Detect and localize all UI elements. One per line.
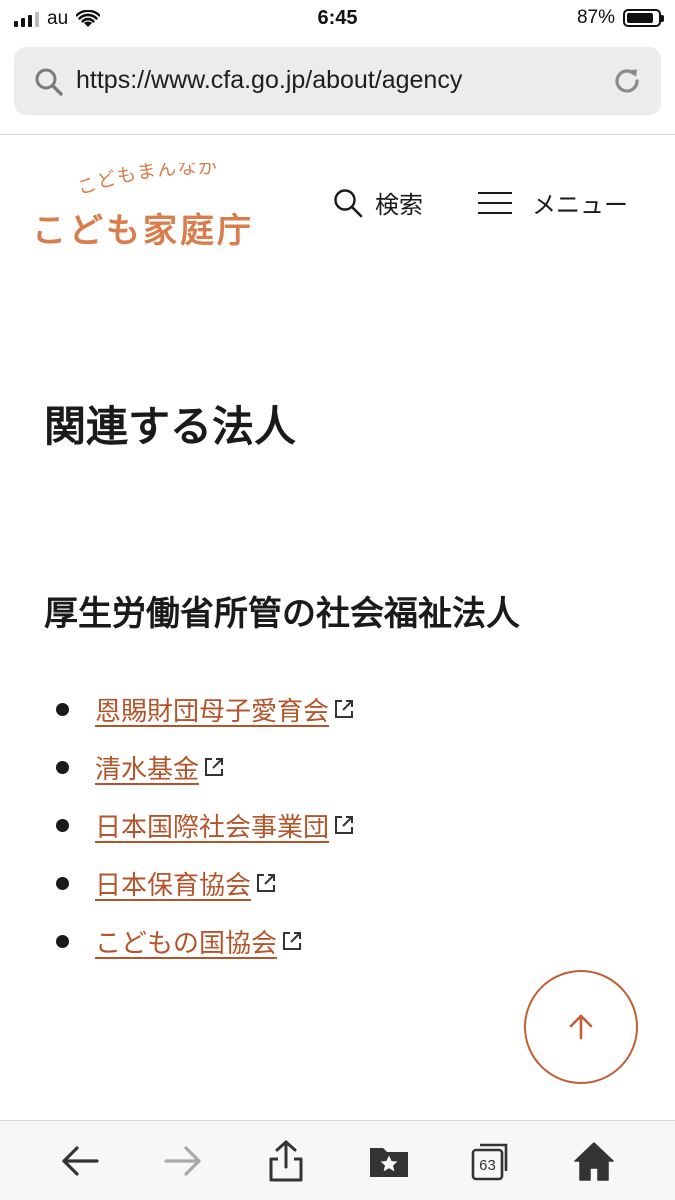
bullet xyxy=(56,876,69,890)
url-text[interactable]: https://www.cfa.go.jp/about/agency xyxy=(76,66,462,95)
share-icon xyxy=(269,1140,303,1182)
home-button[interactable] xyxy=(572,1139,616,1183)
battery-level-fill xyxy=(627,13,654,23)
bullet xyxy=(56,702,69,716)
address-bar[interactable]: https://www.cfa.go.jp/about/agency xyxy=(14,47,661,115)
search-icon xyxy=(35,68,63,96)
bullet xyxy=(56,760,69,774)
section-title: 厚生労働省所管の社会福祉法人 xyxy=(44,594,520,634)
list-item: 日本国際社会事業団 xyxy=(56,796,355,854)
site-header: こどもまんなか こども家庭庁 検索 メニュー xyxy=(0,135,675,260)
clock: 6:45 xyxy=(317,7,358,29)
list-item: 恩賜財団母子愛育会 xyxy=(56,680,355,738)
status-bar-right: 87% xyxy=(576,7,664,29)
header-menu-button[interactable]: メニュー xyxy=(478,185,628,220)
arrow-left-icon xyxy=(62,1146,99,1176)
back-button[interactable] xyxy=(58,1139,102,1183)
home-icon xyxy=(574,1142,614,1181)
forward-button[interactable] xyxy=(161,1139,205,1183)
arrow-right-icon xyxy=(164,1146,201,1176)
battery-percentage: 87% xyxy=(576,7,615,28)
related-corporations-list: 恩賜財団母子愛育会 清水基金 日本国際社会事業団 日本保育協会 こどもの国協会 xyxy=(56,680,355,970)
logo-tagline: こどもまんなか xyxy=(76,163,218,197)
list-item: こどもの国協会 xyxy=(56,912,355,970)
browser-toolbar: 63 xyxy=(0,1120,675,1200)
link-nihon-kokusai-shakai-jigyodan[interactable]: 日本国際社会事業団 xyxy=(95,807,329,844)
external-link-icon xyxy=(283,932,302,950)
bookmarks-button[interactable] xyxy=(367,1139,411,1183)
header-search-label: 検索 xyxy=(375,191,423,219)
status-bar: au 6:45 87% xyxy=(0,0,675,38)
link-shimizu-kikin[interactable]: 清水基金 xyxy=(95,749,199,786)
mobile-browser-screen: au 6:45 87% https://www.cfa.go.jp/about/… xyxy=(0,0,675,1200)
bullet xyxy=(56,818,69,832)
tabs-count: 63 xyxy=(479,1157,496,1174)
external-link-icon xyxy=(205,758,224,776)
arrow-up-icon xyxy=(569,1014,593,1040)
svg-text:こどもまんなか: こどもまんなか xyxy=(76,163,218,197)
header-menu-label: メニュー xyxy=(532,191,628,219)
bookmarks-icon xyxy=(370,1148,408,1177)
site-logo[interactable]: こどもまんなか こども家庭庁 xyxy=(30,163,280,251)
link-nihon-hoiku-kyokai[interactable]: 日本保育協会 xyxy=(95,865,251,902)
external-link-icon xyxy=(335,816,354,834)
external-link-icon xyxy=(335,700,354,718)
logo-tagline-text: こどもまんなか xyxy=(76,163,217,197)
reload-icon[interactable] xyxy=(611,65,643,97)
page-title: 関連する法人 xyxy=(44,402,297,451)
tabs-icon: 63 xyxy=(471,1143,508,1181)
header-search-button[interactable]: 検索 xyxy=(333,185,423,220)
logo-name: こども家庭庁 xyxy=(32,211,254,251)
link-boshi-aiikukai[interactable]: 恩賜財団母子愛育会 xyxy=(95,691,329,728)
battery-icon xyxy=(623,9,664,27)
list-item: 清水基金 xyxy=(56,738,355,796)
share-button[interactable] xyxy=(264,1139,308,1183)
external-link-icon xyxy=(257,874,276,892)
tabs-button[interactable]: 63 xyxy=(468,1139,512,1183)
back-to-top-button[interactable] xyxy=(524,970,638,1084)
link-kodomo-no-kuni-kyokai[interactable]: こどもの国協会 xyxy=(95,923,277,960)
search-icon xyxy=(334,188,363,217)
list-item: 日本保育協会 xyxy=(56,854,355,912)
bullet xyxy=(56,934,69,948)
hamburger-menu-icon xyxy=(478,191,512,214)
